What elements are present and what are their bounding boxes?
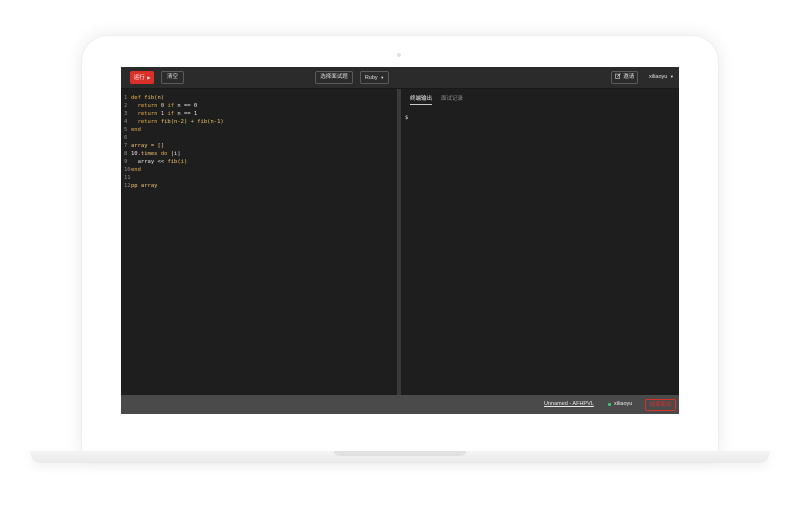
code-line: 5 end <box>124 126 224 134</box>
end-interview-button[interactable]: 结束面试 <box>645 399 676 411</box>
line-number: 3 <box>124 111 128 117</box>
user-name: xiliaoyu <box>649 74 668 80</box>
file-name-link[interactable]: Unnamed - AFHPVL <box>544 401 594 407</box>
code-token: return <box>131 103 161 109</box>
online-status-icon <box>608 403 611 406</box>
edit-icon <box>614 73 621 79</box>
invite-button[interactable]: 邀请 <box>611 71 638 84</box>
code-line: 11 <box>124 174 224 182</box>
line-number: 10 <box>124 167 131 173</box>
line-number: 4 <box>124 119 128 125</box>
select-question-button[interactable]: 选择面试题 <box>315 71 353 84</box>
code-token: array << <box>131 159 168 165</box>
code-token: end <box>131 127 141 133</box>
line-number: 2 <box>124 103 128 109</box>
code-line: 12pp array <box>124 182 224 190</box>
user-menu[interactable]: xiliaoyu ▼ <box>649 71 674 82</box>
code-line: 8 10.times do |i| <box>124 150 224 158</box>
chevron-down-icon: ▼ <box>380 75 385 80</box>
code-line: 2 return 0 if n == 0 <box>124 102 224 110</box>
online-user: xiliaoyu <box>614 401 633 407</box>
code-line: 1 def fib(n) <box>124 94 224 102</box>
line-number: 5 <box>124 127 128 133</box>
tab-interview-record[interactable]: 面试记录 <box>441 95 463 103</box>
line-number: 12 <box>124 183 131 189</box>
language-label: Ruby <box>364 75 378 81</box>
line-number: 1 <box>124 95 128 101</box>
laptop-notch <box>334 451 466 456</box>
status-bar: Unnamed - AFHPVL xiliaoyu 结束面试 <box>121 395 679 414</box>
code-token: return <box>131 119 161 125</box>
console-prompt: $ <box>405 115 409 121</box>
play-icon: ▶ <box>147 75 151 80</box>
code-token: n == 0 <box>177 103 198 109</box>
code-token: fib(i) <box>167 159 188 165</box>
code-line: 4 return fib(n-2) + fib(n-1) <box>124 118 224 126</box>
line-number: 7 <box>124 143 128 149</box>
toolbar: 运行 ▶ 清空 选择面试题 Ruby ▼ 邀请 xiliaoyu ▼ <box>121 67 679 89</box>
line-number: 8 <box>124 151 128 157</box>
code-line: 9 array << fib(i) <box>124 158 224 166</box>
code-token: do <box>160 151 171 157</box>
code-lines: 1 def fib(n) 2 return 0 if n == 03 return … <box>124 94 224 190</box>
run-label: 运行 <box>133 75 145 81</box>
code-token: .times <box>137 151 161 157</box>
line-number: 11 <box>124 175 131 181</box>
code-token: array = [] <box>131 143 165 149</box>
code-token: return <box>131 111 161 117</box>
invite-label: 邀请 <box>623 74 635 80</box>
line-number: 9 <box>124 159 128 165</box>
code-token: 10 <box>131 151 138 157</box>
code-token: |i| <box>170 151 181 157</box>
code-editor[interactable]: 1 def fib(n) 2 return 0 if n == 03 return … <box>121 89 397 395</box>
chevron-down-icon: ▼ <box>669 74 674 79</box>
line-number: 6 <box>124 135 128 141</box>
code-token: n == 1 <box>177 111 198 117</box>
language-select[interactable]: Ruby ▼ <box>360 71 389 84</box>
code-line: 7 array = [] <box>124 142 224 150</box>
code-token: def <box>131 95 145 101</box>
code-token: end <box>131 167 141 173</box>
code-token: pp array <box>131 183 158 189</box>
code-token: if <box>167 103 178 109</box>
code-line: 10end <box>124 166 224 174</box>
code-token: if <box>167 111 178 117</box>
code-line: 3 return 1 if n == 1 <box>124 110 224 118</box>
camera-icon <box>397 53 401 57</box>
clear-button[interactable]: 清空 <box>161 71 184 84</box>
tab-console-output[interactable]: 终端输出 <box>410 95 433 105</box>
output-panel: 终端输出 面试记录 $ <box>401 89 679 395</box>
code-token: fib(n-2) + fib(n-1) <box>160 119 224 125</box>
code-token: fib(n) <box>144 95 165 101</box>
run-button[interactable]: 运行 ▶ <box>130 71 154 84</box>
code-line: 6 <box>124 134 224 142</box>
app-screen: 运行 ▶ 清空 选择面试题 Ruby ▼ 邀请 xiliaoyu ▼ 1 def … <box>121 67 679 414</box>
